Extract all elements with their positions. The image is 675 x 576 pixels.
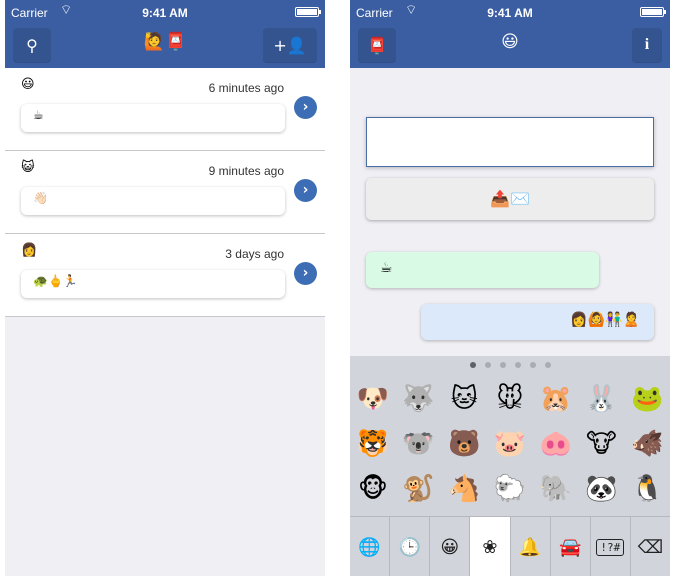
page-indicator[interactable]: [350, 362, 670, 372]
globe-key[interactable]: 🌐: [350, 517, 391, 576]
emoji-grid: 🐶 🐺 🐱 🐭 🐹 🐰 🐸 🐯 🐨 🐻 🐷 🐽 🐮 🐗 🐵 🐒 🐴 🐑 🐘 🐼 🐧: [350, 376, 670, 512]
outgoing-message: 👩🙆👫🙎: [421, 304, 654, 340]
delete-icon: ⌫: [637, 536, 664, 558]
chat-area: 📤✉️ ☕ 👩🙆👫🙎: [350, 68, 670, 356]
emoji-key[interactable]: 🐗: [631, 431, 663, 457]
emoji-key[interactable]: 🐷: [494, 431, 526, 457]
emoji-key[interactable]: 🐯: [357, 431, 389, 457]
symbols-key[interactable]: !?#: [590, 517, 631, 576]
conversation-row[interactable]: 👩 3 days ago 🐢🖕🏃 ›: [5, 234, 325, 317]
emoji-key[interactable]: 🐸: [631, 386, 663, 412]
send-button[interactable]: 📤✉️: [366, 178, 654, 220]
message-input[interactable]: [366, 117, 654, 167]
smileys-key[interactable]: 😀: [430, 517, 471, 576]
recent-icon: 🕒: [398, 536, 421, 558]
emoji-key[interactable]: 🐱: [451, 386, 478, 412]
keyboard-category-bar: 🌐 🕒 😀 ❀ 🔔 🚘 !?# ⌫: [350, 516, 670, 576]
emoji-key[interactable]: 🐶: [357, 386, 389, 412]
emoji-key[interactable]: 🐧: [631, 476, 663, 502]
contact-avatar: 👩: [21, 243, 38, 258]
incoming-message: ☕: [366, 252, 599, 288]
smileys-icon: 😀: [440, 536, 460, 558]
nature-key[interactable]: ❀: [470, 517, 511, 576]
nature-icon: ❀: [482, 536, 498, 558]
add-contact-button[interactable]: +👤: [263, 28, 317, 62]
chat-screen: Carrier ⌔ 9:41 AM 📮 😃 i 📤✉️ ☕ 👩🙆👫🙎 🐶 🐺 🐱 🐭 🐹…: [350, 0, 670, 576]
chevron-right-icon[interactable]: ›: [294, 96, 317, 119]
recent-key[interactable]: 🕒: [390, 517, 431, 576]
page-dot: [514, 362, 521, 368]
conversation-time: 9 minutes ago: [208, 164, 284, 178]
navigation-bar: Carrier ⌔ 9:41 AM 📮 😃 i: [350, 0, 670, 68]
emoji-key[interactable]: 🐻: [448, 431, 480, 457]
emoji-key[interactable]: 🐮: [586, 431, 617, 457]
emoji-key[interactable]: 🐰: [585, 386, 617, 412]
emoji-key[interactable]: 🐑: [494, 476, 526, 502]
emoji-key[interactable]: 🐨: [402, 431, 434, 457]
places-icon: 🚘: [558, 536, 582, 558]
status-bar: Carrier ⌔ 9:41 AM: [350, 0, 670, 20]
conversation-row[interactable]: 😺 9 minutes ago 👋🏻 ›: [5, 151, 325, 234]
emoji-key[interactable]: 🐭: [496, 386, 523, 412]
emoji-key[interactable]: 🐒: [402, 476, 434, 502]
delete-key[interactable]: ⌫: [630, 517, 670, 576]
contact-avatar: 😃: [21, 77, 35, 92]
conversation-time: 6 minutes ago: [208, 81, 284, 95]
message-preview: 👋🏻: [21, 187, 285, 215]
page-dot: [484, 362, 491, 368]
symbols-icon: !?#: [596, 538, 625, 556]
objects-icon: 🔔: [518, 536, 542, 558]
emoji-key[interactable]: 🐺: [402, 386, 434, 412]
page-dot: [544, 362, 551, 368]
page-dot: [529, 362, 536, 368]
chevron-right-icon[interactable]: ›: [294, 262, 317, 285]
chevron-right-icon[interactable]: ›: [294, 179, 317, 202]
add-contact-icon: +👤: [273, 35, 307, 55]
objects-key[interactable]: 🔔: [510, 517, 551, 576]
info-button[interactable]: i: [632, 28, 662, 62]
status-time: 9:41 AM: [142, 6, 188, 20]
conversation-list: 😃 6 minutes ago ☕ › 😺 9 minutes ago 👋🏻 ›…: [5, 68, 325, 317]
globe-icon: 🌐: [358, 536, 381, 558]
emoji-key[interactable]: 🐽: [540, 431, 572, 457]
status-time: 9:41 AM: [487, 6, 533, 20]
emoji-key[interactable]: 🐴: [448, 476, 480, 502]
status-bar: Carrier ⌔ 9:41 AM: [5, 0, 325, 20]
contact-avatar: 😺: [21, 160, 35, 175]
contact-title: 😃: [501, 32, 519, 52]
conversation-time: 3 days ago: [225, 247, 284, 261]
emoji-key[interactable]: 🐵: [358, 476, 388, 502]
info-icon: i: [644, 36, 650, 53]
conversation-list-screen: Carrier ⌔ 9:41 AM ⚲ 🙋📮 +👤 😃 6 minutes ag…: [5, 0, 325, 576]
emoji-keyboard: 🐶 🐺 🐱 🐭 🐹 🐰 🐸 🐯 🐨 🐻 🐷 🐽 🐮 🐗 🐵 🐒 🐴 🐑 🐘 🐼 🐧 🌐 🕒 😀 ❀ 🔔 🚘 !?# ⌫: [350, 356, 670, 576]
page-dot: [499, 362, 506, 368]
emoji-key[interactable]: 🐘: [540, 476, 572, 502]
emoji-key[interactable]: 🐼: [585, 476, 617, 502]
message-preview: 🐢🖕🏃: [21, 270, 285, 298]
page-dot: [469, 362, 476, 368]
battery-icon: [640, 7, 666, 17]
message-preview: ☕: [21, 104, 285, 132]
emoji-key[interactable]: 🐹: [540, 386, 572, 412]
conversation-row[interactable]: 😃 6 minutes ago ☕ ›: [5, 68, 325, 151]
navigation-bar: Carrier ⌔ 9:41 AM ⚲ 🙋📮 +👤: [5, 0, 325, 68]
places-key[interactable]: 🚘: [550, 517, 591, 576]
battery-icon: [295, 7, 321, 17]
